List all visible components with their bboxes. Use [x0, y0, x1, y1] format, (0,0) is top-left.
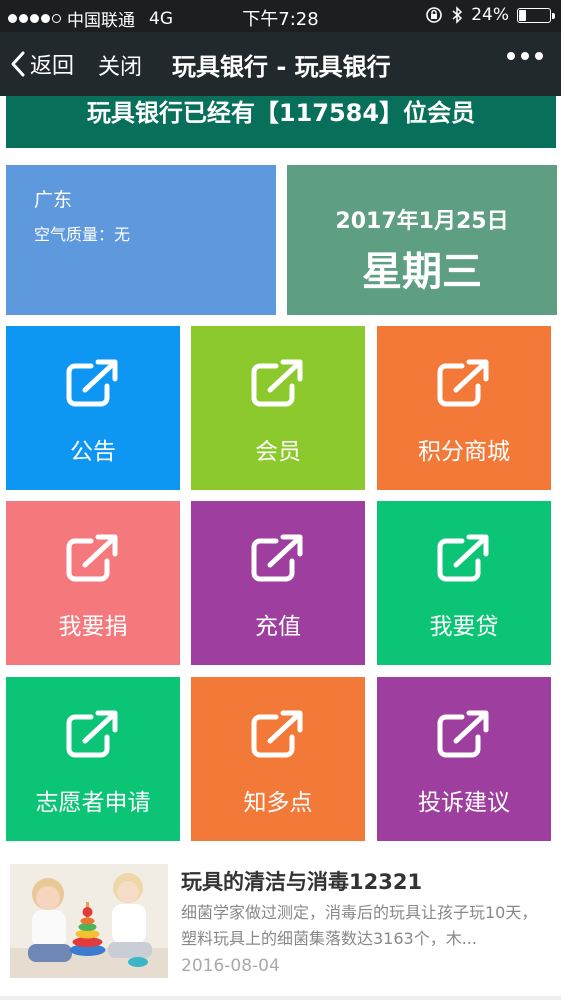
tile-label: 充值	[255, 614, 301, 640]
battery-level-fill	[519, 9, 527, 21]
tile-volunteer-apply[interactable]: 志愿者申请	[6, 677, 180, 841]
current-date: 2017年1月25日	[335, 209, 509, 234]
external-link-icon	[437, 359, 489, 407]
status-right: 24%	[425, 5, 555, 25]
external-link-icon	[66, 710, 118, 758]
article-title: 玩具的清洁与消毒12321	[181, 870, 423, 894]
external-link-icon	[251, 710, 303, 758]
air-quality: 空气质量：无	[34, 225, 131, 244]
tile-label: 会员	[255, 439, 301, 465]
status-bar: 中国联通 4G 下午7:28 24%	[0, 0, 561, 32]
tile-label: 我要捐	[58, 614, 128, 640]
tile-announcement[interactable]: 公告	[6, 326, 180, 490]
tile-label: 积分商城	[418, 439, 510, 465]
article-thumbnail	[10, 864, 168, 978]
tile-member[interactable]: 会员	[191, 326, 365, 490]
tile-knowledge[interactable]: 知多点	[191, 677, 365, 841]
divider	[0, 996, 561, 1000]
tile-label: 我要贷	[429, 614, 499, 640]
page-title: 玩具银行 - 玩具银行	[172, 53, 391, 81]
external-link-icon	[66, 534, 118, 582]
tile-label: 公告	[70, 439, 116, 465]
tile-label: 知多点	[243, 790, 313, 816]
article-description: 细菌学家做过测定，消毒后的玩具让孩子玩10天，塑料玩具上的细菌集落数达3163个…	[181, 903, 538, 948]
tile-recharge[interactable]: 充值	[191, 501, 365, 665]
rotation-lock-icon	[426, 7, 443, 23]
back-label: 返回	[30, 54, 75, 79]
close-button[interactable]: 关闭	[98, 49, 142, 81]
external-link-icon	[437, 710, 489, 758]
member-count-banner: 玩具银行已经有【117584】位会员	[6, 96, 556, 148]
bluetooth-icon	[452, 6, 463, 24]
tile-label: 投诉建议	[418, 790, 510, 816]
city-name: 广东	[34, 189, 73, 211]
back-button[interactable]: 返回	[10, 48, 74, 80]
tile-loan[interactable]: 我要贷	[377, 501, 551, 665]
battery-percent: 24%	[471, 5, 509, 25]
current-weekday: 星期三	[362, 249, 482, 295]
article-item[interactable]: 玩具的清洁与消毒12321 细菌学家做过测定，消毒后的玩具让孩子玩10天，塑料玩…	[0, 852, 561, 1000]
weather-panel: 广东 空气质量：无	[6, 165, 276, 315]
tile-donate[interactable]: 我要捐	[6, 501, 180, 665]
external-link-icon	[251, 359, 303, 407]
tile-points-mall[interactable]: 积分商城	[377, 326, 551, 490]
date-panel: 2017年1月25日 星期三	[287, 165, 557, 315]
external-link-icon	[251, 534, 303, 582]
chevron-left-icon	[11, 51, 25, 77]
kids-playing-image	[10, 864, 168, 978]
battery-icon	[517, 7, 555, 23]
nav-bar: 返回 关闭 玩具银行 - 玩具银行	[0, 32, 561, 96]
tile-label: 志愿者申请	[35, 790, 151, 816]
more-options-icon[interactable]	[507, 52, 543, 60]
article-date: 2016-08-04	[181, 956, 280, 976]
tile-complaint[interactable]: 投诉建议	[377, 677, 551, 841]
external-link-icon	[66, 359, 118, 407]
external-link-icon	[437, 534, 489, 582]
